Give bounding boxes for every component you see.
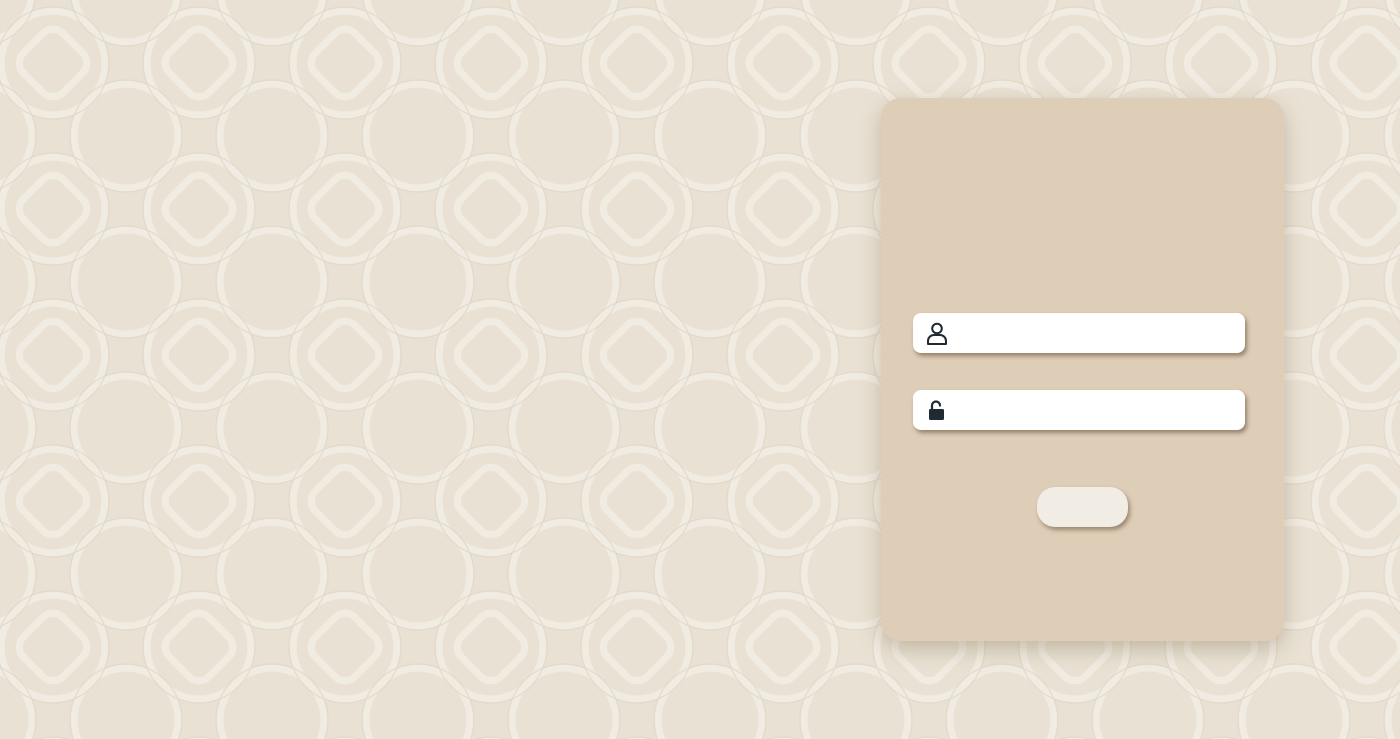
- user-icon: [925, 321, 949, 345]
- username-input[interactable]: [957, 313, 1237, 353]
- password-field[interactable]: [913, 390, 1245, 430]
- unlocked-padlock-icon: [925, 398, 949, 422]
- password-input[interactable]: [957, 390, 1237, 430]
- login-button[interactable]: [1037, 487, 1128, 527]
- login-card: [881, 98, 1284, 641]
- username-field[interactable]: [913, 313, 1245, 353]
